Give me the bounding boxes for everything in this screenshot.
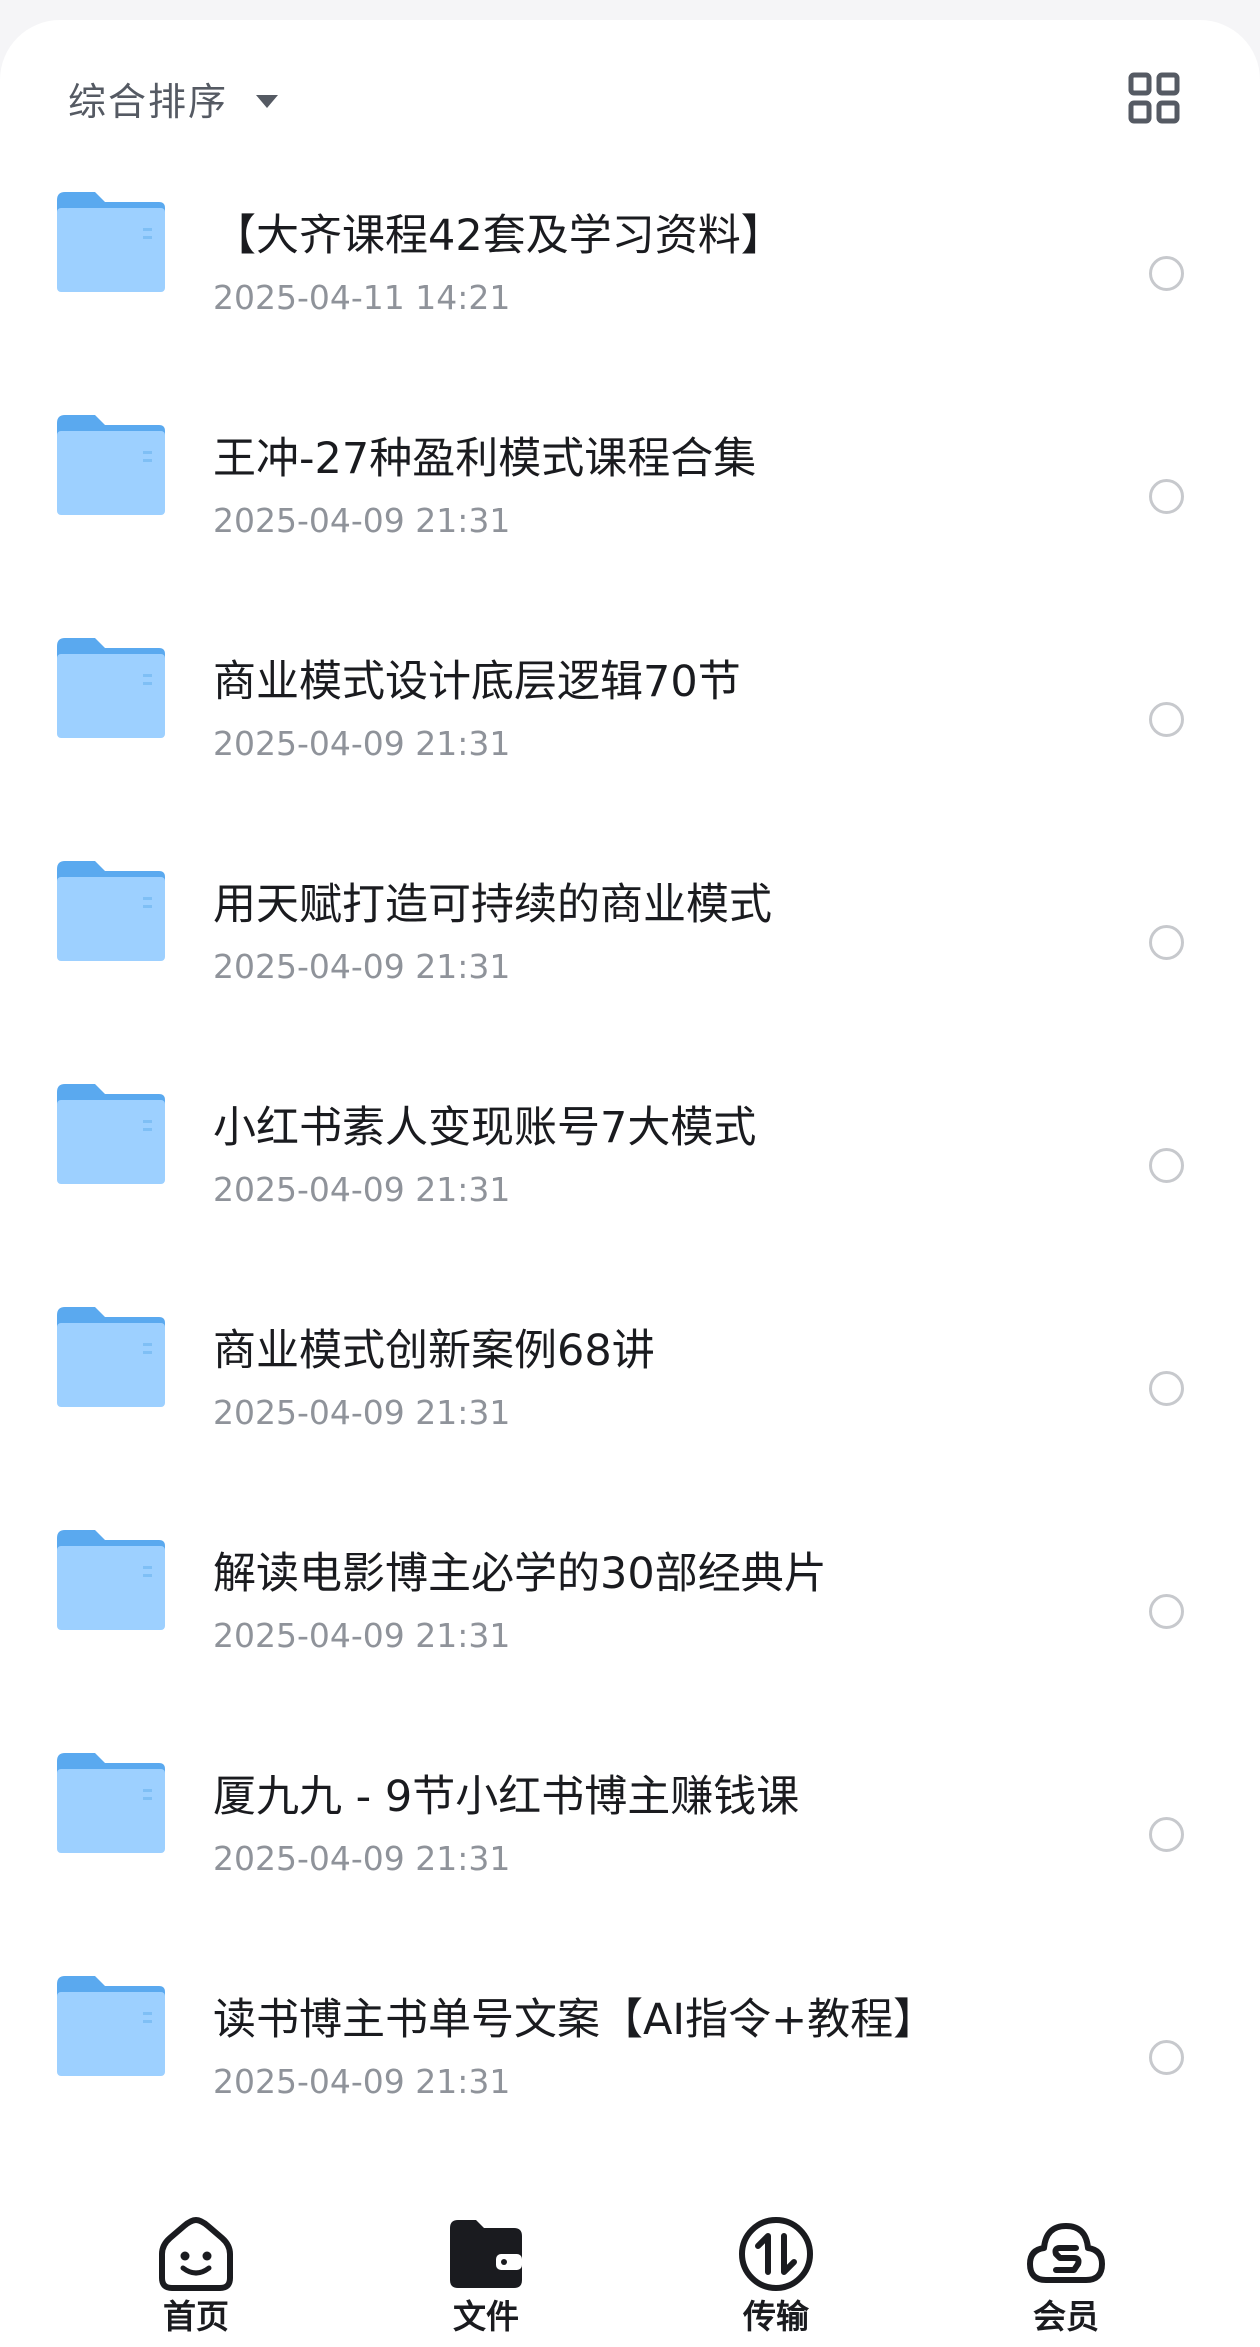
list-item[interactable]: 厦九九 - 9节小红书博主赚钱课 2025-04-09 21:31 (0, 1721, 1260, 1944)
file-date: 2025-04-11 14:21 (213, 278, 511, 317)
folder-icon (55, 859, 167, 963)
file-name: 小红书素人变现账号7大模式 (213, 1103, 757, 1153)
file-name: 商业模式创新案例68讲 (213, 1326, 655, 1376)
tab-label: 首页 (163, 2297, 229, 2336)
sort-dropdown[interactable]: 综合排序 (68, 68, 279, 128)
file-date: 2025-04-09 21:31 (213, 1839, 511, 1878)
select-radio[interactable] (1149, 1817, 1184, 1852)
folder-icon (55, 1082, 167, 1186)
sort-label: 综合排序 (68, 79, 229, 124)
file-name: 王冲-27种盈利模式课程合集 (213, 434, 757, 484)
list-item[interactable]: 商业模式创新案例68讲 2025-04-09 21:31 (0, 1275, 1260, 1498)
file-date: 2025-04-09 21:31 (213, 2062, 511, 2101)
list-item[interactable]: 【大齐课程42套及学习资料】 2025-04-11 14:21 (0, 160, 1260, 383)
select-radio[interactable] (1149, 925, 1184, 960)
cloud-member-icon (1026, 2214, 1106, 2294)
caret-down-icon (256, 94, 279, 108)
file-date: 2025-04-09 21:31 (213, 724, 511, 763)
transfer-arrows-icon (736, 2214, 816, 2294)
list-item[interactable]: 商业模式设计底层逻辑70节 2025-04-09 21:31 (0, 606, 1260, 829)
tab-files[interactable]: 文件 (396, 2190, 576, 2347)
select-radio[interactable] (1149, 1371, 1184, 1406)
folder-icon (55, 413, 167, 517)
grid-view-icon[interactable] (1128, 72, 1180, 124)
list-item[interactable]: 用天赋打造可持续的商业模式 2025-04-09 21:31 (0, 829, 1260, 1052)
file-list: 【大齐课程42套及学习资料】 2025-04-11 14:21 王冲-27种盈利… (0, 160, 1260, 2167)
file-name: 厦九九 - 9节小红书博主赚钱课 (213, 1772, 800, 1822)
file-name: 【大齐课程42套及学习资料】 (213, 211, 784, 261)
tab-label: 传输 (743, 2297, 809, 2336)
file-name: 用天赋打造可持续的商业模式 (213, 880, 772, 930)
folder-icon (55, 190, 167, 294)
file-name: 读书博主书单号文案【AI指令+教程】 (213, 1995, 937, 2045)
file-list-sheet: 综合排序 【大齐课程42套及学习资料】 2025-04-11 14:21 王冲-… (0, 20, 1260, 2347)
file-date: 2025-04-09 21:31 (213, 1170, 511, 1209)
files-folder-icon (446, 2214, 526, 2294)
list-item[interactable]: 王冲-27种盈利模式课程合集 2025-04-09 21:31 (0, 383, 1260, 606)
select-radio[interactable] (1149, 479, 1184, 514)
folder-icon (55, 1305, 167, 1409)
folder-icon (55, 636, 167, 740)
tab-transfer[interactable]: 传输 (686, 2190, 866, 2347)
home-face-icon (156, 2214, 236, 2294)
select-radio[interactable] (1149, 1148, 1184, 1183)
list-toolbar: 综合排序 (0, 20, 1260, 180)
bottom-tab-bar: 首页 文件 传输 会员 (0, 2190, 1260, 2347)
file-name: 商业模式设计底层逻辑70节 (213, 657, 741, 707)
select-radio[interactable] (1149, 702, 1184, 737)
folder-icon (55, 1974, 167, 2078)
list-item[interactable]: 小红书素人变现账号7大模式 2025-04-09 21:31 (0, 1052, 1260, 1275)
file-date: 2025-04-09 21:31 (213, 1616, 511, 1655)
file-date: 2025-04-09 21:31 (213, 501, 511, 540)
tab-label: 文件 (453, 2297, 519, 2336)
select-radio[interactable] (1149, 256, 1184, 291)
list-item[interactable]: 读书博主书单号文案【AI指令+教程】 2025-04-09 21:31 (0, 1944, 1260, 2167)
folder-icon (55, 1528, 167, 1632)
folder-icon (55, 1751, 167, 1855)
select-radio[interactable] (1149, 1594, 1184, 1629)
select-radio[interactable] (1149, 2040, 1184, 2075)
file-date: 2025-04-09 21:31 (213, 947, 511, 986)
file-name: 解读电影博主必学的30部经典片 (213, 1549, 827, 1599)
tab-label: 会员 (1033, 2297, 1099, 2336)
tab-member[interactable]: 会员 (976, 2190, 1156, 2347)
file-date: 2025-04-09 21:31 (213, 1393, 511, 1432)
list-item[interactable]: 解读电影博主必学的30部经典片 2025-04-09 21:31 (0, 1498, 1260, 1721)
tab-home[interactable]: 首页 (106, 2190, 286, 2347)
